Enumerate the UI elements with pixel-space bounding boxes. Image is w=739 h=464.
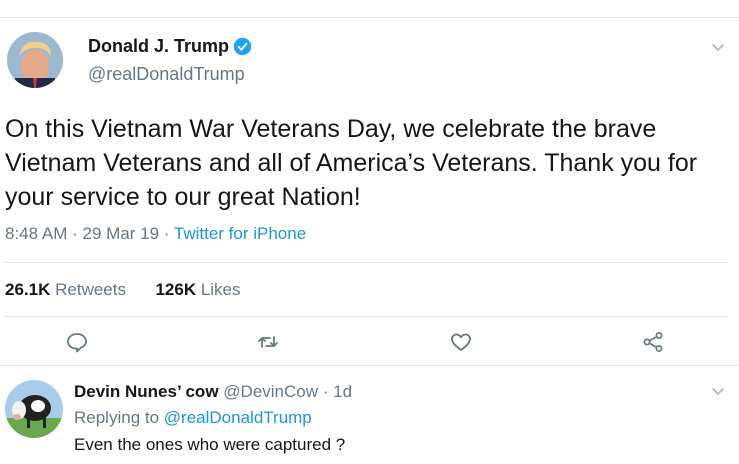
chevron-down-icon[interactable] <box>711 43 725 53</box>
display-name[interactable]: Donald J. Trump <box>88 36 229 57</box>
divider <box>0 365 739 366</box>
top-divider <box>0 17 739 18</box>
divider <box>5 316 729 317</box>
heart-icon[interactable] <box>449 330 473 354</box>
retweets-stat[interactable]: 26.1K Retweets <box>5 280 126 299</box>
tweet-source-link[interactable]: Twitter for iPhone <box>174 224 306 243</box>
verified-badge-icon <box>233 37 252 56</box>
replying-to-link[interactable]: @realDonaldTrump <box>164 408 312 427</box>
reply-avatar[interactable] <box>5 380 63 438</box>
retweets-label: Retweets <box>55 280 126 299</box>
retweets-count: 26.1K <box>5 280 51 299</box>
tweet-text: On this Vietnam War Veterans Day, we cel… <box>5 115 698 211</box>
avatar[interactable] <box>7 32 63 88</box>
retweet-icon[interactable] <box>256 330 280 354</box>
tweet-date: 29 Mar 19 <box>82 224 160 243</box>
divider <box>5 262 729 263</box>
avatar-image <box>7 32 63 88</box>
reply-avatar-image <box>5 380 63 438</box>
meta-dot: · <box>72 224 78 243</box>
tweet-stats: 26.1K Retweets 126K Likes <box>5 280 241 300</box>
meta-dot: · <box>322 382 329 401</box>
replying-to: Replying to @realDonaldTrump <box>74 408 312 428</box>
meta-dot: · <box>163 224 170 243</box>
reply-display-name[interactable]: Devin Nunes’ cow <box>74 382 219 401</box>
likes-label: Likes <box>200 280 241 299</box>
chevron-down-icon[interactable] <box>711 387 725 397</box>
reply-icon[interactable] <box>65 330 89 354</box>
replying-prefix: Replying to <box>74 408 160 427</box>
tweet-meta: 8:48 AM · 29 Mar 19 · Twitter for iPhone <box>5 224 306 244</box>
reply-header: Devin Nunes’ cow @DevinCow · 1d <box>74 382 352 402</box>
likes-count: 126K <box>155 280 197 299</box>
likes-stat[interactable]: 126K Likes <box>155 280 240 299</box>
reply-handle[interactable]: @DevinCow <box>223 382 318 401</box>
share-icon[interactable] <box>641 330 665 354</box>
tweet-time: 8:48 AM <box>5 224 68 243</box>
reply-time: 1d <box>333 382 353 401</box>
handle[interactable]: @realDonaldTrump <box>88 64 245 85</box>
reply-text: Even the ones who were captured ? <box>74 435 346 454</box>
